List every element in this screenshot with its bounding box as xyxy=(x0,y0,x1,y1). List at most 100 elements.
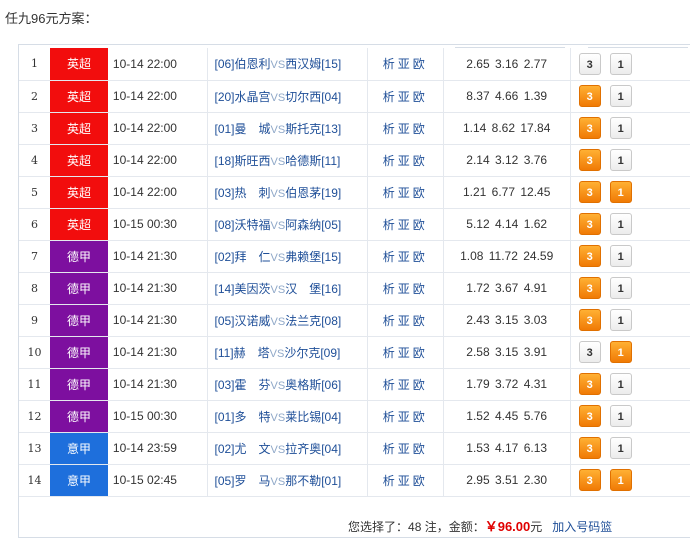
home-team[interactable]: [14]美因茨 xyxy=(214,282,270,296)
euro-odds-link[interactable]: 欧 xyxy=(413,474,428,488)
away-team[interactable]: 西汉姆[15] xyxy=(285,57,341,71)
option-draw-button[interactable]: 1 xyxy=(609,245,632,267)
asian-odds-link[interactable]: 亚 xyxy=(398,378,413,392)
away-team[interactable]: 拉齐奥[04] xyxy=(285,442,341,456)
euro-odds-link[interactable]: 欧 xyxy=(413,186,428,200)
add-to-basket-link[interactable]: 加入号码篮 xyxy=(552,520,612,534)
euro-odds-link[interactable]: 欧 xyxy=(413,90,428,104)
analysis-link[interactable]: 析 xyxy=(383,154,398,168)
analysis-link[interactable]: 析 xyxy=(383,122,398,136)
option-draw-button[interactable]: 1 xyxy=(609,405,632,427)
asian-odds-link[interactable]: 亚 xyxy=(398,314,413,328)
home-team[interactable]: [02]尤 文 xyxy=(214,442,270,456)
euro-odds-link[interactable]: 欧 xyxy=(413,250,428,264)
option-win-button[interactable]: 3 xyxy=(578,373,601,395)
home-team[interactable]: [11]赫 塔 xyxy=(214,346,269,360)
option-win-button[interactable]: 3 xyxy=(578,405,601,427)
euro-odds-link[interactable]: 欧 xyxy=(413,154,428,168)
option-win-button[interactable]: 3 xyxy=(578,117,601,139)
away-team[interactable]: 汉 堡[16] xyxy=(285,282,341,296)
option-win-button[interactable]: 3 xyxy=(578,437,601,459)
option-win-button[interactable]: 3 xyxy=(578,341,601,363)
analysis-link[interactable]: 析 xyxy=(383,250,398,264)
away-team[interactable]: 奥格斯[06] xyxy=(285,378,341,392)
home-team[interactable]: [05]汉诺威 xyxy=(214,314,270,328)
match-teams[interactable]: [18]斯旺西VS哈德斯[11] xyxy=(207,144,368,177)
asian-odds-link[interactable]: 亚 xyxy=(398,186,413,200)
option-win-button[interactable]: 3 xyxy=(578,309,601,331)
home-team[interactable]: [18]斯旺西 xyxy=(214,154,270,168)
asian-odds-link[interactable]: 亚 xyxy=(398,218,413,232)
option-draw-button[interactable]: 1 xyxy=(609,277,632,299)
option-draw-button[interactable]: 1 xyxy=(609,85,632,107)
euro-odds-link[interactable]: 欧 xyxy=(413,218,428,232)
euro-odds-link[interactable]: 欧 xyxy=(413,410,428,424)
analysis-link[interactable]: 析 xyxy=(383,474,398,488)
asian-odds-link[interactable]: 亚 xyxy=(398,474,413,488)
analysis-link[interactable]: 析 xyxy=(383,410,398,424)
match-teams[interactable]: [03]热 刺VS伯恩茅[19] xyxy=(207,176,368,209)
away-team[interactable]: 沙尔克[09] xyxy=(284,346,340,360)
home-team[interactable]: [08]沃特福 xyxy=(214,218,270,232)
euro-odds-link[interactable]: 欧 xyxy=(413,442,428,456)
asian-odds-link[interactable]: 亚 xyxy=(398,122,413,136)
away-team[interactable]: 切尔西[04] xyxy=(285,90,341,104)
option-win-button[interactable]: 3 xyxy=(578,181,601,203)
home-team[interactable]: [01]曼 城 xyxy=(214,122,270,136)
match-teams[interactable]: [03]霍 芬VS奥格斯[06] xyxy=(207,368,368,401)
option-win-button[interactable]: 3 xyxy=(578,85,601,107)
asian-odds-link[interactable]: 亚 xyxy=(398,410,413,424)
option-draw-button[interactable]: 1 xyxy=(609,181,632,203)
home-team[interactable]: [03]热 刺 xyxy=(214,186,270,200)
analysis-link[interactable]: 析 xyxy=(383,442,398,456)
match-teams[interactable]: [20]水晶宫VS切尔西[04] xyxy=(207,80,368,113)
away-team[interactable]: 法兰克[08] xyxy=(285,314,341,328)
euro-odds-link[interactable]: 欧 xyxy=(413,346,428,360)
home-team[interactable]: [05]罗 马 xyxy=(214,474,270,488)
option-draw-button[interactable]: 1 xyxy=(609,213,632,235)
option-draw-button[interactable]: 1 xyxy=(609,469,632,491)
match-teams[interactable]: [01]多 特VS莱比锡[04] xyxy=(207,400,368,433)
home-team[interactable]: [01]多 特 xyxy=(214,410,270,424)
match-teams[interactable]: [02]拜 仁VS弗赖堡[15] xyxy=(207,240,368,273)
asian-odds-link[interactable]: 亚 xyxy=(398,90,413,104)
match-teams[interactable]: [01]曼 城VS斯托克[13] xyxy=(207,112,368,145)
match-teams[interactable]: [14]美因茨VS汉 堡[16] xyxy=(207,272,368,305)
option-win-button[interactable]: 3 xyxy=(578,213,601,235)
option-draw-button[interactable]: 1 xyxy=(609,149,632,171)
match-teams[interactable]: [05]汉诺威VS法兰克[08] xyxy=(207,304,368,337)
option-win-button[interactable]: 3 xyxy=(578,52,601,75)
away-team[interactable]: 弗赖堡[15] xyxy=(285,250,341,264)
analysis-link[interactable]: 析 xyxy=(383,90,398,104)
analysis-link[interactable]: 析 xyxy=(383,346,398,360)
analysis-link[interactable]: 析 xyxy=(383,282,398,296)
asian-odds-link[interactable]: 亚 xyxy=(398,346,413,360)
option-win-button[interactable]: 3 xyxy=(578,245,601,267)
match-teams[interactable]: [06]伯恩利VS西汉姆[15] xyxy=(207,48,368,81)
euro-odds-link[interactable]: 欧 xyxy=(413,282,428,296)
away-team[interactable]: 莱比锡[04] xyxy=(285,410,341,424)
option-draw-button[interactable]: 1 xyxy=(609,52,632,75)
away-team[interactable]: 斯托克[13] xyxy=(285,122,341,136)
option-win-button[interactable]: 3 xyxy=(578,277,601,299)
asian-odds-link[interactable]: 亚 xyxy=(398,442,413,456)
euro-odds-link[interactable]: 欧 xyxy=(413,122,428,136)
analysis-link[interactable]: 析 xyxy=(383,314,398,328)
euro-odds-link[interactable]: 欧 xyxy=(413,57,428,71)
away-team[interactable]: 那不勒[01] xyxy=(285,474,341,488)
home-team[interactable]: [20]水晶宫 xyxy=(214,90,270,104)
away-team[interactable]: 哈德斯[11] xyxy=(285,154,340,168)
home-team[interactable]: [02]拜 仁 xyxy=(214,250,270,264)
analysis-link[interactable]: 析 xyxy=(383,218,398,232)
match-teams[interactable]: [02]尤 文VS拉齐奥[04] xyxy=(207,432,368,465)
option-draw-button[interactable]: 1 xyxy=(609,341,632,363)
match-teams[interactable]: [08]沃特福VS阿森纳[05] xyxy=(207,208,368,241)
away-team[interactable]: 阿森纳[05] xyxy=(285,218,341,232)
match-teams[interactable]: [11]赫 塔VS沙尔克[09] xyxy=(207,336,368,369)
euro-odds-link[interactable]: 欧 xyxy=(413,378,428,392)
home-team[interactable]: [03]霍 芬 xyxy=(214,378,270,392)
home-team[interactable]: [06]伯恩利 xyxy=(214,57,270,71)
analysis-link[interactable]: 析 xyxy=(383,57,398,71)
asian-odds-link[interactable]: 亚 xyxy=(398,250,413,264)
asian-odds-link[interactable]: 亚 xyxy=(398,57,413,71)
